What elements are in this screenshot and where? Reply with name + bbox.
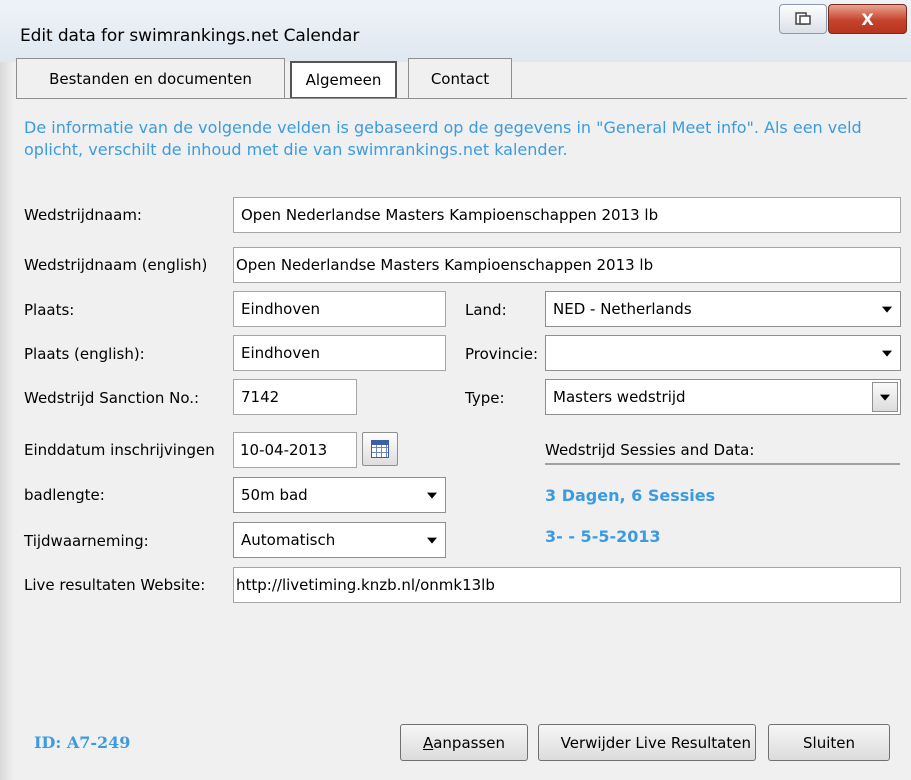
land-select[interactable]: NED - Netherlands <box>545 291 901 327</box>
badlengte-value: 50m bad <box>241 486 308 504</box>
sanction-label: Wedstrijd Sanction No.: <box>24 389 200 407</box>
wedstrijdnaam-english-input[interactable]: Open Nederlandse Masters Kampioenschappe… <box>233 247 901 283</box>
type-value: Masters wedstrijd <box>553 388 686 406</box>
einddatum-input[interactable]: 10-04-2013 <box>233 432 357 468</box>
chevron-down-icon <box>427 537 437 544</box>
sluiten-button[interactable]: Sluiten <box>768 724 890 761</box>
type-label: Type: <box>465 389 505 407</box>
tab-algemeen[interactable]: Algemeen <box>290 61 397 99</box>
calendar-button[interactable] <box>362 432 398 466</box>
einddatum-label: Einddatum inschrijvingen <box>24 441 215 459</box>
tab-label: Algemeen <box>305 71 382 89</box>
plaats-english-label: Plaats (english): <box>24 345 145 363</box>
plaats-input[interactable]: Eindhoven <box>233 291 446 327</box>
dropdown-button[interactable] <box>872 382 898 412</box>
sanction-input[interactable]: 7142 <box>233 379 357 415</box>
land-value: NED - Netherlands <box>553 300 692 318</box>
aanpassen-button[interactable]: Aanpassen <box>400 724 528 761</box>
tab-contact[interactable]: Contact <box>408 58 512 98</box>
verwijder-label: Verwijder Live Resultaten <box>560 733 751 752</box>
tab-label: Contact <box>430 69 490 88</box>
close-icon: X <box>861 9 874 29</box>
tijdwaarneming-value: Automatisch <box>241 531 336 549</box>
sluiten-label: Sluiten <box>803 733 855 752</box>
chevron-down-icon <box>880 394 890 401</box>
live-resultaten-input[interactable]: http://livetiming.knzb.nl/onmk13lb <box>233 567 901 603</box>
provincie-select[interactable] <box>545 335 901 371</box>
sessions-dates: 3- - 5-5-2013 <box>545 527 661 546</box>
window-frame-left <box>0 0 14 780</box>
sessions-summary: 3 Dagen, 6 Sessies <box>545 486 716 505</box>
land-label: Land: <box>465 301 507 319</box>
badlengte-select[interactable]: 50m bad <box>233 477 446 513</box>
wedstrijdnaam-input[interactable]: Open Nederlandse Masters Kampioenschappe… <box>233 197 901 233</box>
tijdwaarneming-label: Tijdwaarneming: <box>24 532 149 550</box>
title-bar[interactable]: Edit data for swimrankings.net Calendar … <box>0 0 911 62</box>
sessions-divider <box>545 463 900 465</box>
chevron-down-icon <box>882 350 892 357</box>
aanpassen-label: Aanpassen <box>422 733 506 752</box>
restore-button[interactable] <box>779 4 827 34</box>
restore-icon <box>795 12 811 25</box>
sessions-header: Wedstrijd Sessies and Data: <box>545 441 755 459</box>
type-select[interactable]: Masters wedstrijd <box>545 379 901 415</box>
tijdwaarneming-select[interactable]: Automatisch <box>233 522 446 558</box>
tab-divider <box>16 98 907 99</box>
plaats-label: Plaats: <box>24 301 75 319</box>
verwijder-live-resultaten-button[interactable]: Verwijder Live Resultaten <box>538 724 756 761</box>
calendar-icon <box>371 440 389 458</box>
wedstrijdnaam-english-label: Wedstrijdnaam (english) <box>24 256 208 274</box>
live-resultaten-label: Live resultaten Website: <box>24 576 206 594</box>
badlengte-label: badlengte: <box>24 486 105 504</box>
window-title: Edit data for swimrankings.net Calendar <box>20 26 360 46</box>
close-button[interactable]: X <box>828 4 907 34</box>
tab-bestanden[interactable]: Bestanden en documenten <box>16 58 285 98</box>
wedstrijdnaam-label: Wedstrijdnaam: <box>24 206 142 224</box>
tab-label: Bestanden en documenten <box>49 69 252 88</box>
plaats-english-input[interactable]: Eindhoven <box>233 335 446 371</box>
provincie-label: Provincie: <box>465 345 539 363</box>
chevron-down-icon <box>882 306 892 313</box>
info-text: De informatie van de volgende velden is … <box>24 118 862 159</box>
meet-id: ID: A7-249 <box>34 733 131 752</box>
chevron-down-icon <box>427 492 437 499</box>
